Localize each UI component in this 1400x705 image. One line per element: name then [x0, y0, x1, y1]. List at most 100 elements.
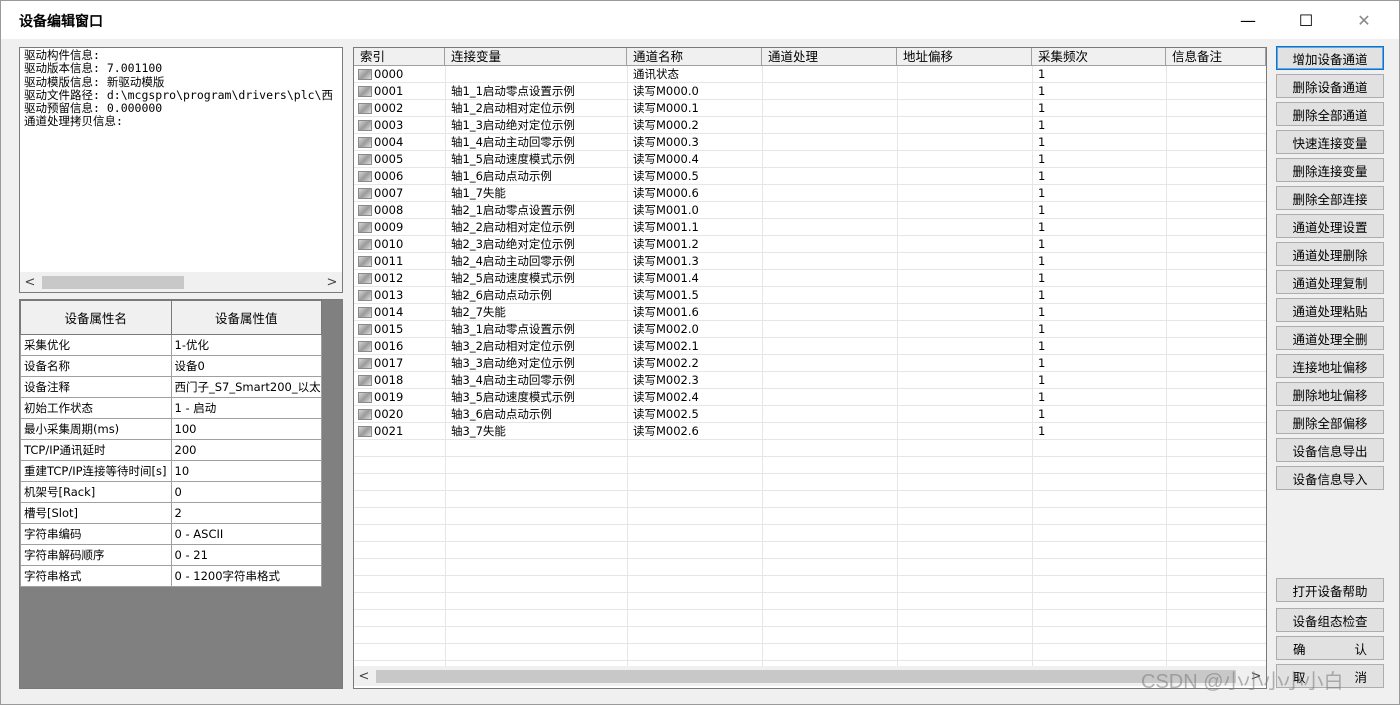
- connect-variable-cell[interactable]: 轴1_5启动速度模式示例: [451, 151, 575, 168]
- table-row[interactable]: 0008 轴2_1启动零点设置示例 读写M001.0 1: [354, 202, 1266, 219]
- minimize-icon[interactable]: —: [1219, 1, 1277, 39]
- table-row[interactable]: 0012 轴2_5启动速度模式示例 读写M001.4 1: [354, 270, 1266, 287]
- sample-frequency-cell[interactable]: 1: [1038, 236, 1045, 253]
- scroll-right-icon[interactable]: >: [322, 272, 342, 292]
- sample-frequency-cell[interactable]: 1: [1038, 372, 1045, 389]
- connect-variable-cell[interactable]: 轴2_5启动速度模式示例: [451, 270, 575, 287]
- property-value-cell[interactable]: 0: [170, 481, 322, 503]
- maximize-icon[interactable]: ☐: [1277, 1, 1335, 39]
- table-row[interactable]: 0015 轴3_1启动零点设置示例 读写M002.0 1: [354, 321, 1266, 338]
- table-row[interactable]: 0013 轴2_6启动点动示例 读写M001.5 1: [354, 287, 1266, 304]
- connect-variable-cell[interactable]: 轴1_4启动主动回零示例: [451, 134, 575, 151]
- sample-frequency-cell[interactable]: 1: [1038, 168, 1045, 185]
- sample-frequency-cell[interactable]: 1: [1038, 355, 1045, 372]
- table-row[interactable]: [354, 644, 1266, 661]
- table-row[interactable]: 0002 轴1_2启动相对定位示例 读写M000.1 1: [354, 100, 1266, 117]
- property-value-cell[interactable]: 100: [170, 418, 322, 440]
- sample-frequency-cell[interactable]: 1: [1038, 338, 1045, 355]
- sample-frequency-cell[interactable]: 1: [1038, 117, 1045, 134]
- scroll-left-icon[interactable]: <: [354, 666, 374, 686]
- channel-proc-paste-button[interactable]: 通道处理粘贴: [1276, 298, 1384, 322]
- close-icon[interactable]: ✕: [1335, 1, 1393, 39]
- quick-connect-button[interactable]: 快速连接变量: [1276, 130, 1384, 154]
- sample-frequency-cell[interactable]: 1: [1038, 83, 1045, 100]
- sample-frequency-cell[interactable]: 1: [1038, 219, 1045, 236]
- grid-column-header[interactable]: 通道处理: [762, 48, 897, 66]
- table-row[interactable]: 0009 轴2_2启动相对定位示例 读写M001.1 1: [354, 219, 1266, 236]
- sample-frequency-cell[interactable]: 1: [1038, 287, 1045, 304]
- table-row[interactable]: 0019 轴3_5启动速度模式示例 读写M002.4 1: [354, 389, 1266, 406]
- property-row[interactable]: 设备注释 西门子_S7_Smart200_以太网: [20, 376, 322, 398]
- sample-frequency-cell[interactable]: 1: [1038, 100, 1045, 117]
- table-row[interactable]: 0014 轴2_7失能 读写M001.6 1: [354, 304, 1266, 321]
- sample-frequency-cell[interactable]: 1: [1038, 406, 1045, 423]
- grid-column-header[interactable]: 通道名称: [627, 48, 762, 66]
- connect-variable-cell[interactable]: 轴2_1启动零点设置示例: [451, 202, 575, 219]
- table-row[interactable]: 0001 轴1_1启动零点设置示例 读写M000.0 1: [354, 83, 1266, 100]
- table-row[interactable]: [354, 474, 1266, 491]
- scroll-left-icon[interactable]: <: [20, 272, 40, 292]
- import-info-button[interactable]: 设备信息导入: [1276, 466, 1384, 490]
- property-row[interactable]: 最小采集周期(ms) 100: [20, 418, 322, 440]
- table-row[interactable]: 0006 轴1_6启动点动示例 读写M000.5 1: [354, 168, 1266, 185]
- table-row[interactable]: 0010 轴2_3启动绝对定位示例 读写M001.2 1: [354, 236, 1266, 253]
- connect-variable-cell[interactable]: 轴2_4启动主动回零示例: [451, 253, 575, 270]
- add-channel-button[interactable]: 增加设备通道: [1276, 46, 1384, 70]
- property-row[interactable]: 字符串编码 0 - ASCII: [20, 523, 322, 545]
- table-row[interactable]: 0007 轴1_7失能 读写M000.6 1: [354, 185, 1266, 202]
- grid-column-header[interactable]: 地址偏移: [897, 48, 1032, 66]
- sample-frequency-cell[interactable]: 1: [1038, 304, 1045, 321]
- table-row[interactable]: 0016 轴3_2启动相对定位示例 读写M002.1 1: [354, 338, 1266, 355]
- sample-frequency-cell[interactable]: 1: [1038, 270, 1045, 287]
- sample-frequency-cell[interactable]: 1: [1038, 321, 1045, 338]
- property-row[interactable]: 字符串格式 0 - 1200字符串格式: [20, 565, 322, 587]
- delete-all-channels-button[interactable]: 删除全部通道: [1276, 102, 1384, 126]
- sample-frequency-cell[interactable]: 1: [1038, 185, 1045, 202]
- property-row[interactable]: 槽号[Slot] 2: [20, 502, 322, 524]
- grid-column-header[interactable]: 索引: [354, 48, 445, 66]
- table-row[interactable]: [354, 576, 1266, 593]
- connect-variable-cell[interactable]: 轴1_3启动绝对定位示例: [451, 117, 575, 134]
- connect-variable-cell[interactable]: 轴3_1启动零点设置示例: [451, 321, 575, 338]
- table-row[interactable]: 0000 通讯状态 1: [354, 66, 1266, 83]
- open-help-button[interactable]: 打开设备帮助: [1276, 578, 1384, 602]
- delete-channel-button[interactable]: 删除设备通道: [1276, 74, 1384, 98]
- table-row[interactable]: [354, 491, 1266, 508]
- sample-frequency-cell[interactable]: 1: [1038, 151, 1045, 168]
- channel-proc-settings-button[interactable]: 通道处理设置: [1276, 214, 1384, 238]
- grid-column-header[interactable]: 连接变量: [445, 48, 627, 66]
- table-row[interactable]: [354, 542, 1266, 559]
- sample-frequency-cell[interactable]: 1: [1038, 134, 1045, 151]
- sample-frequency-cell[interactable]: 1: [1038, 66, 1045, 83]
- connect-variable-cell[interactable]: 轴2_7失能: [451, 304, 506, 321]
- sample-frequency-cell[interactable]: 1: [1038, 389, 1045, 406]
- connect-variable-cell[interactable]: 轴1_7失能: [451, 185, 506, 202]
- property-value-cell[interactable]: 0 - 21: [170, 544, 322, 566]
- property-value-cell[interactable]: 0 - 1200字符串格式: [170, 565, 322, 587]
- table-row[interactable]: 0011 轴2_4启动主动回零示例 读写M001.3 1: [354, 253, 1266, 270]
- table-row[interactable]: [354, 610, 1266, 627]
- table-row[interactable]: [354, 627, 1266, 644]
- sample-frequency-cell[interactable]: 1: [1038, 423, 1045, 440]
- property-row[interactable]: 采集优化 1-优化: [20, 334, 322, 356]
- connect-variable-cell[interactable]: 轴3_2启动相对定位示例: [451, 338, 575, 355]
- delete-connect-button[interactable]: 删除连接变量: [1276, 158, 1384, 182]
- confirm-button[interactable]: 确 认: [1276, 636, 1384, 660]
- table-row[interactable]: [354, 525, 1266, 542]
- connect-variable-cell[interactable]: 轴1_1启动零点设置示例: [451, 83, 575, 100]
- channel-proc-delete-button[interactable]: 通道处理删除: [1276, 242, 1384, 266]
- property-row[interactable]: TCP/IP通讯延时 200: [20, 439, 322, 461]
- export-info-button[interactable]: 设备信息导出: [1276, 438, 1384, 462]
- connect-variable-cell[interactable]: 轴1_2启动相对定位示例: [451, 100, 575, 117]
- property-row[interactable]: 重建TCP/IP连接等待时间[s] 10: [20, 460, 322, 482]
- table-row[interactable]: 0004 轴1_4启动主动回零示例 读写M000.3 1: [354, 134, 1266, 151]
- scrollbar-thumb[interactable]: [42, 276, 184, 289]
- sample-frequency-cell[interactable]: 1: [1038, 253, 1045, 270]
- connect-variable-cell[interactable]: 轴3_4启动主动回零示例: [451, 372, 575, 389]
- connect-variable-cell[interactable]: 轴3_5启动速度模式示例: [451, 389, 575, 406]
- grid-column-header[interactable]: 采集频次: [1032, 48, 1166, 66]
- connect-variable-cell[interactable]: 轴3_6启动点动示例: [451, 406, 552, 423]
- config-check-button[interactable]: 设备组态检查: [1276, 608, 1384, 632]
- channel-proc-delete-all-button[interactable]: 通道处理全删: [1276, 326, 1384, 350]
- property-row[interactable]: 机架号[Rack] 0: [20, 481, 322, 503]
